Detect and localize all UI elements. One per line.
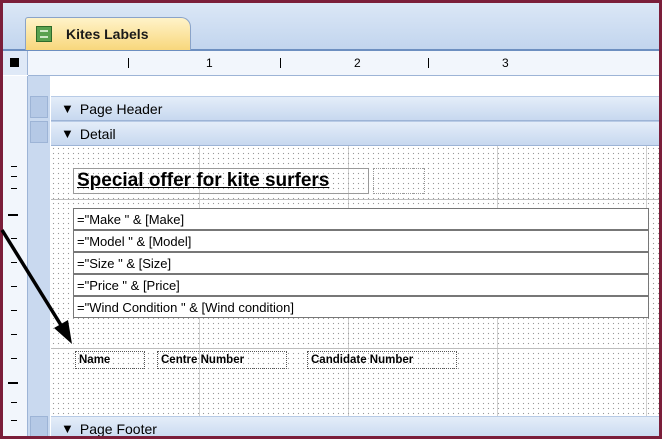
- annotation-arrow-icon: [0, 229, 72, 344]
